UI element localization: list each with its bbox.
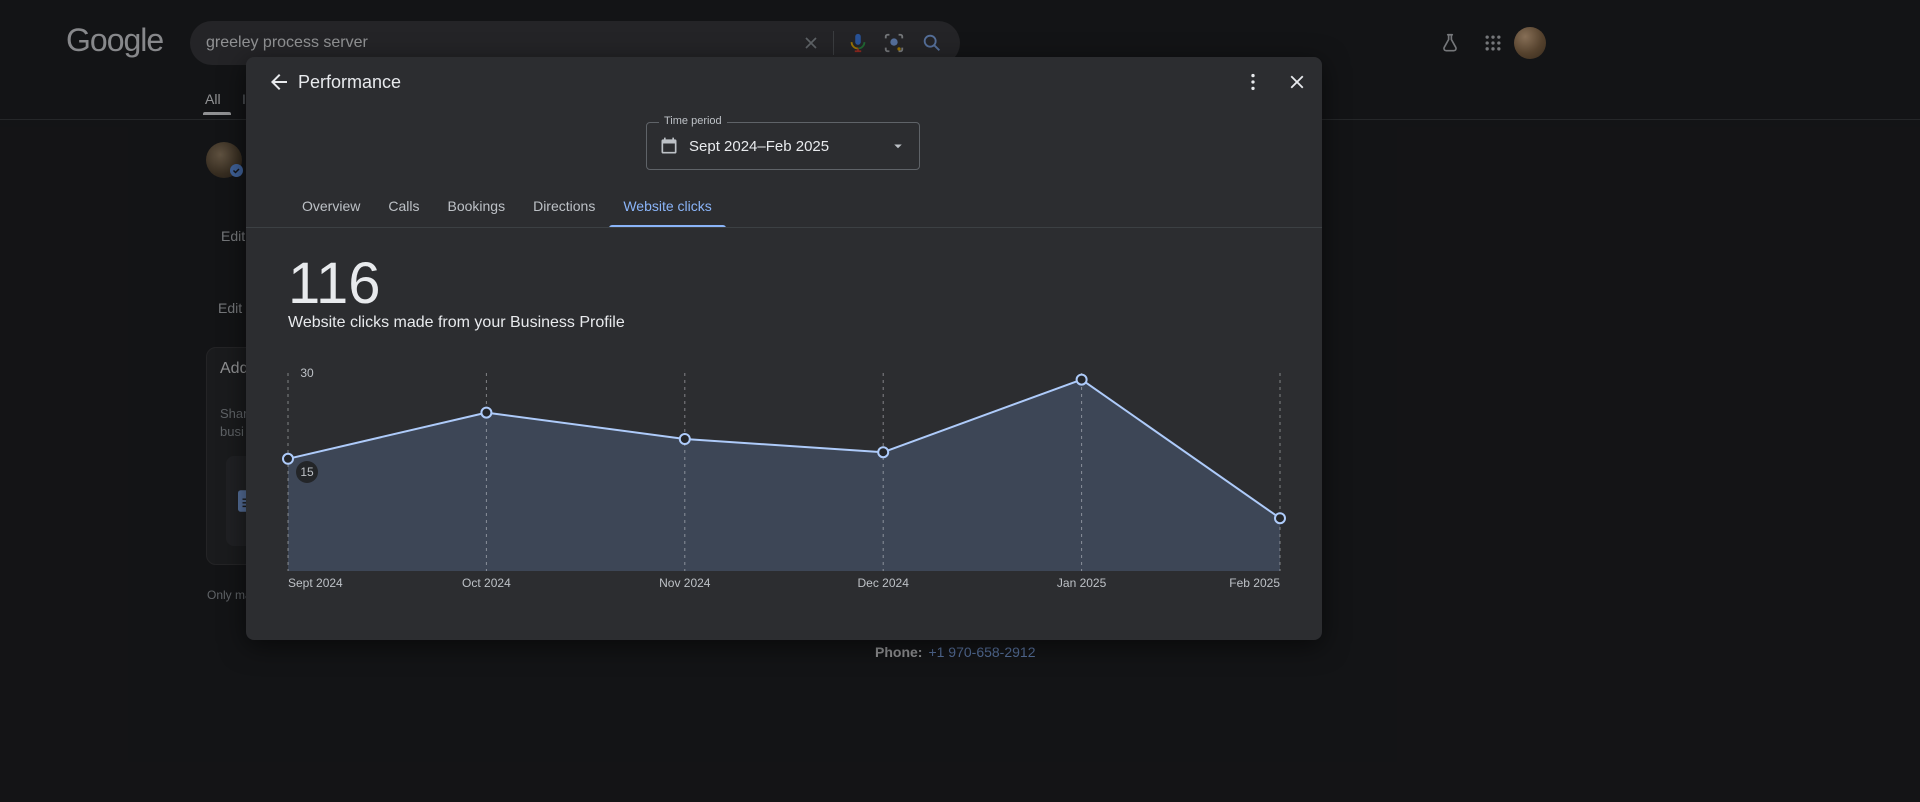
calendar-icon: [661, 137, 677, 154]
tab-calls[interactable]: Calls: [374, 184, 433, 228]
tab-bookings[interactable]: Bookings: [433, 184, 519, 228]
metric-description: Website clicks made from your Business P…: [288, 314, 625, 331]
arrow-back-icon: [271, 74, 287, 90]
performance-dialog: Performance Time period Sept 2024–Feb 20…: [246, 57, 1322, 640]
tab-overview[interactable]: Overview: [288, 184, 374, 228]
metric-value: 116: [288, 251, 381, 316]
close-icon: [1290, 75, 1304, 89]
time-period-label: Time period: [659, 115, 727, 127]
x-axis-label: Dec 2024: [858, 576, 910, 590]
close-button[interactable]: [1284, 69, 1310, 95]
performance-tabs: Overview Calls Bookings Directions Websi…: [288, 184, 727, 228]
time-period-select[interactable]: Time period Sept 2024–Feb 2025: [646, 115, 920, 170]
data-point[interactable]: [480, 406, 493, 419]
more-options-button[interactable]: [1240, 69, 1266, 95]
dialog-title: Performance: [298, 72, 402, 92]
data-point[interactable]: [1075, 373, 1088, 386]
back-button[interactable]: [266, 69, 292, 95]
x-axis-label: Jan 2025: [1057, 576, 1107, 590]
time-period-value: Sept 2024–Feb 2025: [689, 137, 830, 155]
tab-website-clicks[interactable]: Website clicks: [609, 184, 727, 228]
clicks-chart[interactable]: Sept 2024 Oct 2024 Nov 2024 Dec 2024 Jan 202…: [246, 357, 1322, 607]
y-axis-label: 15: [300, 465, 314, 479]
tab-directions[interactable]: Directions: [519, 184, 609, 228]
x-axis-label: Oct 2024: [462, 576, 511, 590]
data-point[interactable]: [1274, 512, 1286, 525]
y-axis-label: 30: [300, 366, 314, 380]
data-point[interactable]: [877, 446, 890, 459]
chevron-down-icon: [894, 144, 902, 149]
clicks-chart-svg: Sept 2024 Oct 2024 Nov 2024 Dec 2024 Jan 202…: [282, 366, 1286, 590]
kebab-menu-icon: [1251, 73, 1255, 91]
x-axis-label: Feb 2025: [1229, 576, 1280, 590]
chart-area: [288, 379, 1280, 571]
tabs-divider: [246, 227, 1322, 228]
data-point[interactable]: [282, 452, 294, 465]
x-axis-label: Sept 2024: [288, 576, 343, 590]
x-axis-label: Nov 2024: [659, 576, 711, 590]
data-point[interactable]: [678, 433, 691, 445]
